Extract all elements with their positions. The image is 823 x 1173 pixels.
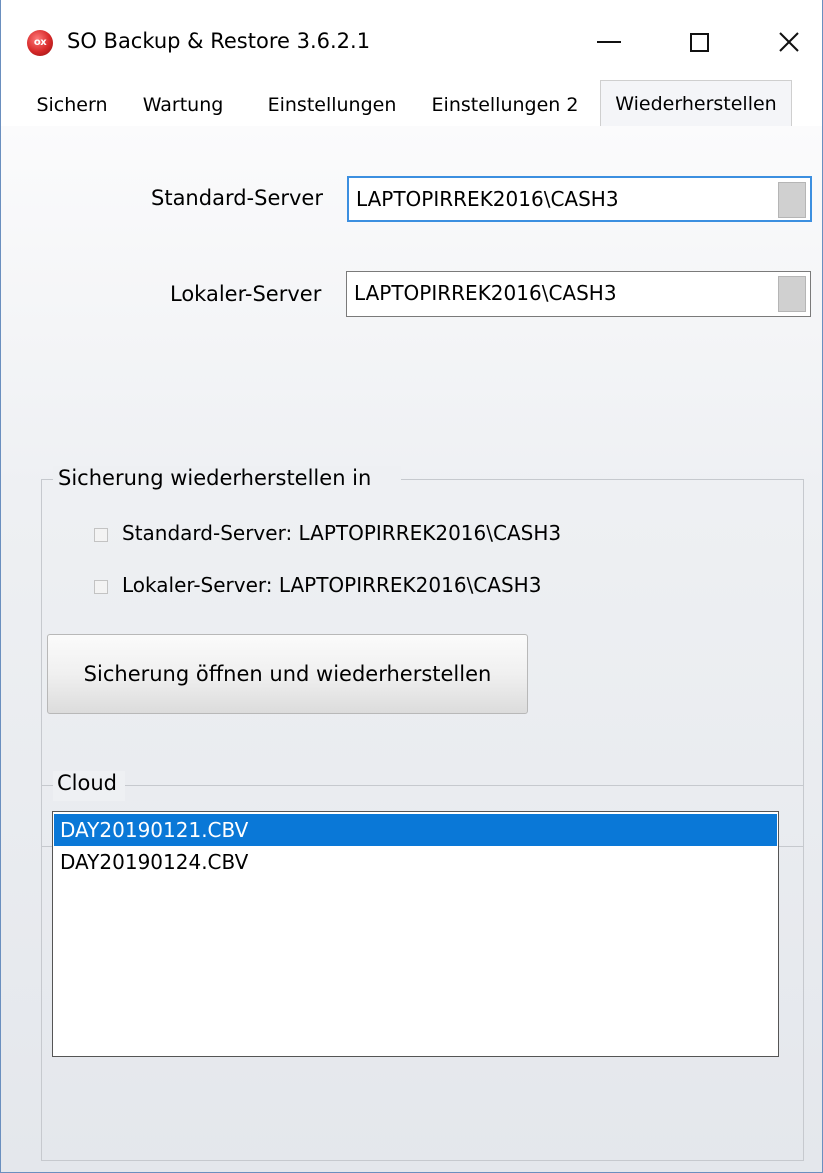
title-bar: ox SO Backup & Restore 3.6.2.1 bbox=[1, 0, 822, 80]
restore-group-title: Sicherung wiederherstellen in bbox=[58, 466, 372, 490]
minimize-button[interactable] bbox=[579, 18, 639, 66]
maximize-button[interactable] bbox=[669, 18, 729, 66]
local-server-combobox[interactable]: LAPTOPIRREK2016\CASH3 bbox=[346, 271, 811, 317]
list-item[interactable]: DAY20190121.CBV bbox=[54, 814, 777, 846]
tab-einstellungen-2[interactable]: Einstellungen 2 bbox=[417, 86, 593, 124]
open-and-restore-button[interactable]: Sicherung öffnen und wiederherstellen bbox=[47, 634, 528, 714]
standard-server-option-label: Standard-Server: LAPTOPIRREK2016\CASH3 bbox=[122, 521, 562, 545]
tab-einstellungen[interactable]: Einstellungen bbox=[252, 86, 412, 124]
tab-sichern[interactable]: Sichern bbox=[25, 86, 119, 124]
close-icon bbox=[779, 32, 799, 52]
minimize-icon bbox=[597, 41, 621, 43]
standard-server-value: LAPTOPIRREK2016\CASH3 bbox=[356, 187, 619, 211]
standard-server-checkbox[interactable] bbox=[94, 528, 108, 542]
maximize-icon bbox=[689, 32, 709, 52]
app-window: ox SO Backup & Restore 3.6.2.1 Sichern W… bbox=[0, 0, 823, 1173]
local-server-option-label: Lokaler-Server: LAPTOPIRREK2016\CASH3 bbox=[122, 573, 542, 597]
cloud-group-title: Cloud bbox=[57, 771, 117, 795]
local-server-value: LAPTOPIRREK2016\CASH3 bbox=[354, 281, 617, 305]
tab-wiederherstellen[interactable]: Wiederherstellen bbox=[600, 80, 792, 127]
app-logo-icon: ox bbox=[27, 30, 53, 56]
standard-server-combobox[interactable]: LAPTOPIRREK2016\CASH3 bbox=[347, 176, 812, 222]
list-item[interactable]: DAY20190124.CBV bbox=[54, 846, 777, 878]
standard-server-dropdown-button[interactable] bbox=[778, 182, 806, 218]
local-server-label: Lokaler-Server bbox=[170, 282, 322, 306]
close-button[interactable] bbox=[759, 18, 819, 66]
window-title: SO Backup & Restore 3.6.2.1 bbox=[67, 29, 371, 53]
tab-wartung[interactable]: Wartung bbox=[129, 86, 237, 124]
standard-server-label: Standard-Server bbox=[151, 186, 323, 210]
local-server-checkbox[interactable] bbox=[94, 580, 108, 594]
local-server-dropdown-button[interactable] bbox=[778, 276, 806, 312]
cloud-file-list[interactable]: DAY20190121.CBV DAY20190124.CBV bbox=[52, 811, 779, 1057]
